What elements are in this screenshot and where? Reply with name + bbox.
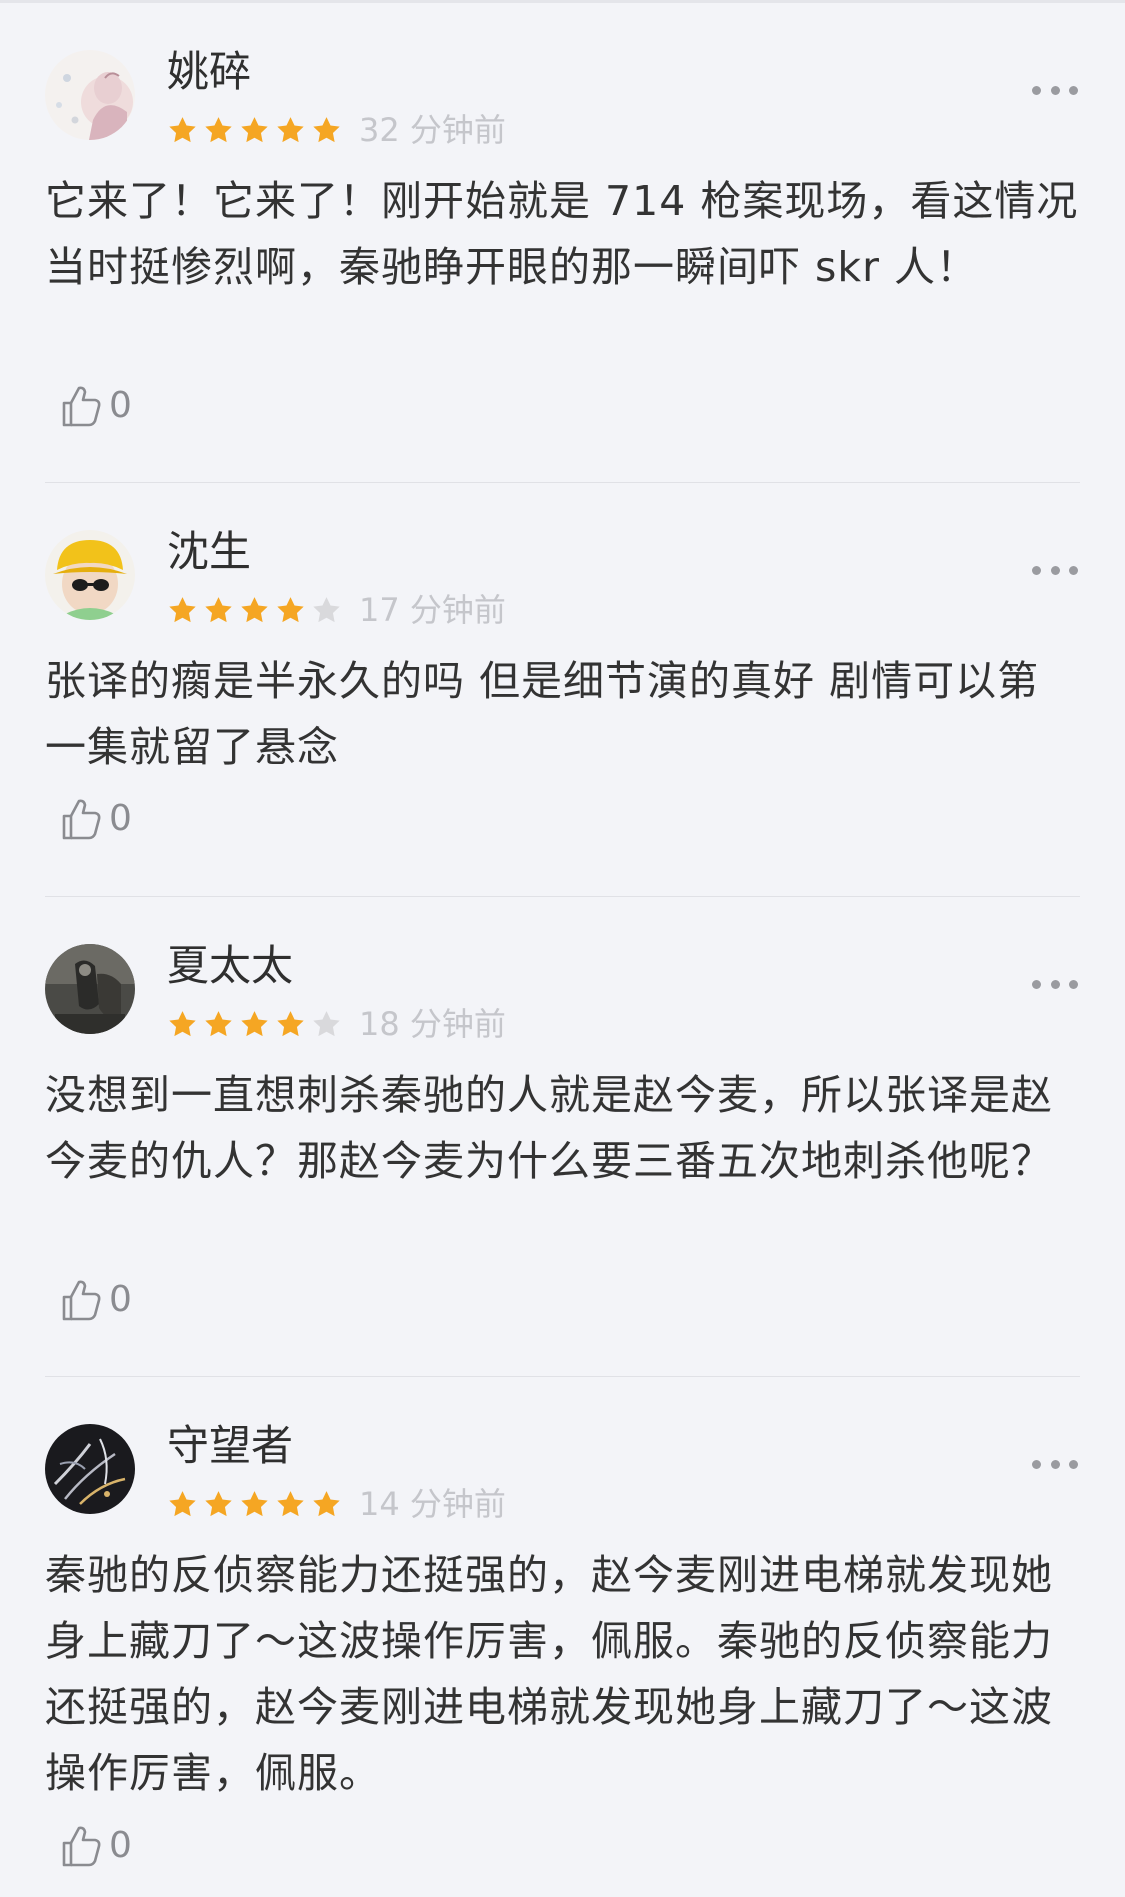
rating-row: 18 分钟前	[167, 1004, 506, 1044]
divider	[45, 896, 1080, 897]
timestamp: 17 分钟前	[359, 591, 506, 629]
star-filled-icon	[169, 116, 196, 142]
thumbs-up-icon	[62, 1826, 101, 1867]
more-dots-icon[interactable]	[1032, 1454, 1078, 1474]
like-count: 0	[109, 1825, 132, 1866]
child-yellow-hat-avatar-icon	[45, 530, 135, 620]
rating-row: 17 分钟前	[167, 590, 506, 630]
comment-text: 张译的瘸是半永久的吗 但是细节演的真好 剧情可以第一集就留了悬念	[45, 657, 1040, 771]
star-filled-icon	[277, 1490, 304, 1516]
rating-row: 14 分钟前	[167, 1484, 506, 1524]
divider	[45, 1376, 1080, 1377]
thumbs-up-icon	[62, 1280, 101, 1321]
avatar[interactable]	[45, 530, 135, 620]
timestamp: 18 分钟前	[359, 1005, 506, 1043]
star-filled-icon	[169, 1490, 196, 1516]
top-divider	[0, 0, 1125, 3]
like-button[interactable]: 0	[60, 1824, 132, 1868]
like-button[interactable]: 0	[60, 384, 132, 428]
username[interactable]: 沈生	[167, 522, 251, 582]
rating-row: 32 分钟前	[167, 110, 506, 150]
star-rating	[167, 115, 347, 146]
username[interactable]: 守望者	[167, 1416, 293, 1476]
username[interactable]: 姚碎	[167, 42, 251, 102]
divider	[45, 482, 1080, 483]
star-filled-icon	[205, 596, 232, 622]
more-dots-icon[interactable]	[1032, 560, 1078, 580]
star-empty-icon	[313, 1010, 340, 1036]
username[interactable]: 夏太太	[167, 936, 293, 996]
star-empty-icon	[313, 596, 340, 622]
more-dots-icon[interactable]	[1032, 974, 1078, 994]
star-filled-icon	[241, 596, 268, 622]
more-dots-icon[interactable]	[1032, 80, 1078, 100]
like-count: 0	[109, 385, 132, 426]
avatar[interactable]	[45, 50, 135, 140]
dark-feathers-avatar-icon	[45, 1424, 135, 1514]
comment-item: 沈生 17 分钟前 张译的瘸是半永久的吗 但是细节演的真好 剧情可以第一集就留了…	[0, 527, 1125, 897]
avatar[interactable]	[45, 1424, 135, 1514]
dark-photo-avatar-icon	[45, 944, 135, 1034]
timestamp: 14 分钟前	[359, 1485, 506, 1523]
star-filled-icon	[277, 1010, 304, 1036]
like-button[interactable]: 0	[60, 1278, 132, 1322]
star-rating	[167, 1489, 347, 1520]
star-filled-icon	[313, 116, 340, 142]
star-filled-icon	[241, 116, 268, 142]
thumbs-up-icon	[62, 386, 101, 427]
star-filled-icon	[169, 596, 196, 622]
star-rating	[167, 1009, 347, 1040]
avatar[interactable]	[45, 944, 135, 1034]
star-rating	[167, 595, 347, 626]
comment-item: 夏太太 18 分钟前 没想到一直想刺杀秦驰的人就是赵今麦，所以张译是赵今麦的仇人…	[0, 941, 1125, 1377]
star-filled-icon	[241, 1010, 268, 1036]
star-filled-icon	[241, 1490, 268, 1516]
like-count: 0	[109, 798, 132, 839]
star-filled-icon	[277, 596, 304, 622]
comment-item: 姚碎 32 分钟前 它来了！它来了！刚开始就是 714 枪案现场，看这情况当时挺…	[0, 47, 1125, 483]
comment-text: 没想到一直想刺杀秦驰的人就是赵今麦，所以张译是赵今麦的仇人？那赵今麦为什么要三番…	[45, 1071, 1053, 1185]
star-filled-icon	[169, 1010, 196, 1036]
floral-portrait-avatar-icon	[45, 50, 135, 140]
like-button[interactable]: 0	[60, 797, 132, 841]
timestamp: 32 分钟前	[359, 111, 506, 149]
comment-text: 秦驰的反侦察能力还挺强的，赵今麦刚进电梯就发现她身上藏刀了～这波操作厉害，佩服。…	[45, 1551, 1053, 1797]
thumbs-up-icon	[62, 799, 101, 840]
star-filled-icon	[205, 1490, 232, 1516]
star-filled-icon	[205, 116, 232, 142]
comment-text: 它来了！它来了！刚开始就是 714 枪案现场，看这情况当时挺惨烈啊，秦驰睁开眼的…	[45, 177, 1079, 291]
like-count: 0	[109, 1279, 132, 1320]
star-filled-icon	[205, 1010, 232, 1036]
star-filled-icon	[277, 116, 304, 142]
star-filled-icon	[313, 1490, 340, 1516]
comment-item: 守望者 14 分钟前 秦驰的反侦察能力还挺强的，赵今麦刚进电梯就发现她身上藏刀了…	[0, 1421, 1125, 1894]
